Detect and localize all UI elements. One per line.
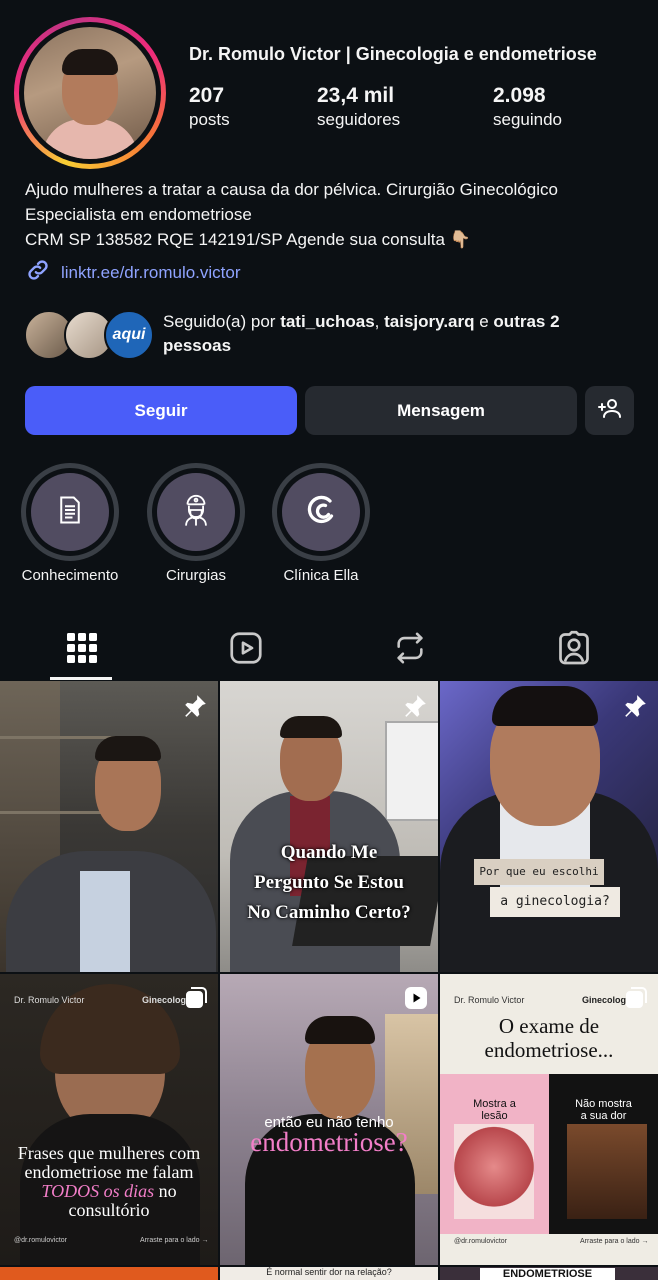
- post-handle: @dr.romulovictor: [14, 1237, 68, 1244]
- document-icon: [55, 495, 85, 530]
- tab-reposts[interactable]: [345, 620, 475, 680]
- stat-label: seguindo: [493, 110, 563, 129]
- post-handle: @dr.romulovictor: [454, 1238, 508, 1245]
- follower-username: tati_uchoas: [280, 312, 375, 331]
- post-caption: a ginecologia?: [490, 887, 620, 917]
- link-text: linktr.ee/dr.romulo.victor: [61, 262, 241, 282]
- suggest-users-button[interactable]: [585, 386, 634, 435]
- avatar-text: aqui: [112, 326, 146, 343]
- followed-by[interactable]: aqui Seguido(a) por tati_uchoas, taisjor…: [24, 308, 644, 362]
- followed-by-text: Seguido(a) por tati_uchoas, taisjory.arq…: [163, 312, 560, 355]
- avatar-photo: [24, 27, 156, 159]
- post-label: Mostra a lesão: [473, 1098, 516, 1122]
- follower-avatar: aqui: [104, 310, 154, 360]
- highlight-clinica-ella[interactable]: Clínica Ella: [256, 463, 386, 584]
- tab-tagged[interactable]: [509, 620, 639, 680]
- highlight-conhecimento[interactable]: Conhecimento: [5, 463, 135, 584]
- post-thumbnail[interactable]: então eu não tenho endometriose?: [220, 974, 438, 1265]
- follow-button[interactable]: Seguir: [25, 386, 297, 435]
- active-tab-indicator: [50, 677, 112, 680]
- carousel-icon: [624, 986, 648, 1015]
- post-thumbnail[interactable]: [0, 681, 218, 972]
- profile-name: Dr. Romulo Victor | Ginecologia e endome…: [189, 44, 597, 64]
- post-thumbnail[interactable]: Dr. Romulo Victor Ginecologia e Frases q…: [0, 974, 218, 1265]
- stat-number: 2.098: [493, 84, 546, 107]
- reel-icon: [404, 986, 428, 1015]
- bio-line: Ajudo mulheres a tratar a causa da dor p…: [25, 180, 558, 199]
- post-thumbnail[interactable]: ENDOMETRIOSE: [440, 1267, 658, 1280]
- highlight-label: Cirurgias: [165, 567, 226, 584]
- post-caption: É normal sentir dor na relação?: [266, 1267, 392, 1277]
- post-author: Dr. Romulo Victor: [454, 995, 525, 1005]
- post-thumbnail[interactable]: [0, 1267, 218, 1280]
- reels-icon: [228, 630, 264, 671]
- post-label: Não mostra a sua dor: [575, 1098, 632, 1122]
- message-button[interactable]: Mensagem: [305, 386, 577, 435]
- follower-username: taisjory.arq: [384, 312, 475, 331]
- post-caption: Frases que mulheres com endometriose me …: [17, 1143, 201, 1220]
- profile-header: Dr. Romulo Victor | Ginecologia e endome…: [0, 0, 658, 170]
- post-caption: O exame de endometriose...: [484, 1014, 614, 1062]
- pin-icon: [182, 693, 208, 724]
- surgeon-icon: [179, 493, 213, 532]
- highlight-label: Clínica Ella: [283, 567, 359, 584]
- post-caption: Por que eu escolhi: [474, 859, 604, 885]
- post-thumbnail[interactable]: Por que eu escolhi a ginecologia?: [440, 681, 658, 972]
- post-caption: ENDOMETRIOSE: [480, 1268, 615, 1280]
- clinic-logo-icon: [303, 492, 339, 533]
- stat-number: 207: [189, 84, 225, 107]
- link-icon: [25, 257, 51, 288]
- profile-bio: Ajudo mulheres a tratar a causa da dor p…: [25, 177, 645, 252]
- highlight-label: Conhecimento: [21, 567, 119, 584]
- posts-count[interactable]: 207 posts: [189, 84, 230, 130]
- grid-icon: [67, 632, 97, 668]
- bio-line: Especialista em endometriose: [25, 205, 252, 224]
- post-thumbnail[interactable]: Dr. Romulo Victor Ginecologia e O exame …: [440, 974, 658, 1265]
- post-thumbnail[interactable]: Quando Me Pergunto Se Estou No Caminho C…: [220, 681, 438, 972]
- post-swipe-hint: Arraste para o lado →: [140, 1237, 209, 1244]
- posts-grid: Quando Me Pergunto Se Estou No Caminho C…: [0, 681, 658, 1280]
- followers-count[interactable]: 23,4 mil seguidores: [317, 84, 400, 130]
- post-caption: endometriose?: [250, 1127, 408, 1157]
- post-caption: Quando Me Pergunto Se Estou No Caminho C…: [247, 842, 411, 923]
- add-person-icon: [597, 396, 622, 425]
- tagged-icon: [556, 630, 592, 671]
- profile-link[interactable]: linktr.ee/dr.romulo.victor: [25, 257, 241, 288]
- highlight-cirurgias[interactable]: Cirurgias: [131, 463, 261, 584]
- reposts-icon: [393, 631, 427, 670]
- pin-icon: [622, 693, 648, 724]
- pin-icon: [402, 693, 428, 724]
- post-swipe-hint: Arraste para o lado →: [580, 1238, 649, 1245]
- stat-label: posts: [189, 110, 230, 129]
- tab-reels[interactable]: [181, 620, 311, 680]
- stat-label: seguidores: [317, 110, 401, 129]
- carousel-icon: [184, 986, 208, 1015]
- profile-tabs: [0, 620, 658, 680]
- tab-posts[interactable]: [17, 620, 147, 680]
- following-count[interactable]: 2.098 seguindo: [493, 84, 562, 130]
- bio-line: CRM SP 138582 RQE 142191/SP Agende sua c…: [25, 230, 471, 249]
- stat-number: 23,4 mil: [317, 84, 395, 107]
- profile-avatar[interactable]: [14, 17, 166, 169]
- post-author: Dr. Romulo Victor: [14, 995, 85, 1005]
- post-thumbnail[interactable]: É normal sentir dor na relação?: [220, 1267, 438, 1280]
